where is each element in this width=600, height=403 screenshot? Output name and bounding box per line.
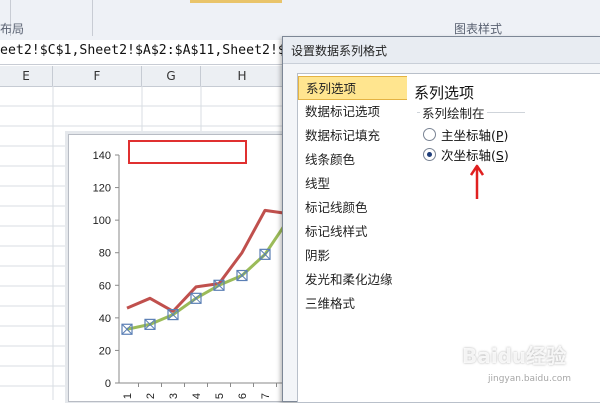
dialog-title-bar[interactable]: 设置数据系列格式 — [283, 37, 600, 64]
y-tick-label: 140 — [93, 150, 111, 162]
group-label-plot-series-on: 系列绘制在 — [420, 103, 487, 122]
column-header-h[interactable]: H — [201, 66, 284, 87]
y-tick-label: 80 — [99, 248, 111, 260]
ribbon-group-label-layout: 布局 — [0, 22, 25, 36]
nav-item-marker-line-color[interactable]: 标记线颜色 — [298, 196, 410, 220]
nav-item-line-style[interactable]: 线型 — [298, 172, 410, 196]
ribbon-active-indicator — [190, 0, 282, 3]
formula-text: eet2!$C$1,Sheet2!$A$2:$A$11,Sheet2!$ — [0, 43, 286, 58]
nav-item-marker-fill[interactable]: 数据标记填充 — [298, 124, 410, 148]
y-tick-label: 100 — [93, 215, 111, 227]
primary-axis-option[interactable]: 主坐标轴(P) — [423, 125, 508, 143]
secondary-axis-option[interactable]: 次坐标轴(S) — [423, 145, 509, 163]
series-line-2 — [126, 219, 290, 331]
ribbon-separator — [92, 0, 93, 36]
column-header-g[interactable]: G — [142, 66, 201, 87]
y-tick-label: 60 — [99, 280, 111, 292]
y-tick-label: 40 — [99, 313, 111, 325]
nav-item-series-options[interactable]: 系列选项 — [298, 76, 410, 100]
dialog-title: 设置数据系列格式 — [291, 44, 388, 58]
nav-item-marker-options[interactable]: 数据标记选项 — [298, 100, 410, 124]
column-header-e[interactable]: E — [0, 66, 53, 87]
x-tick-label: 6 — [237, 393, 249, 399]
nav-item-glow-soft-edges[interactable]: 发光和柔化边缘 — [298, 268, 410, 292]
line-chart: 0 20 40 60 80 100 120 140 1 2 3 4 5 6 7 — [93, 150, 299, 399]
nav-item-3d-format[interactable]: 三维格式 — [298, 292, 410, 316]
secondary-axis-radio[interactable] — [423, 148, 436, 161]
x-tick-label: 7 — [260, 393, 272, 399]
highlight-box — [128, 140, 247, 164]
dialog-nav-list: 系列选项 数据标记选项 数据标记填充 线条颜色 线型 标记线颜色 标记线样式 阴… — [297, 73, 411, 403]
x-tick-label: 1 — [122, 393, 134, 399]
watermark-logo: Baidu经验 — [462, 344, 567, 368]
ribbon-group-label-chart-styles: 图表样式 — [454, 22, 503, 36]
nav-item-line-color[interactable]: 线条颜色 — [298, 148, 410, 172]
up-arrow-icon — [470, 164, 484, 199]
watermark-url: jingyan.baidu.com — [488, 374, 572, 384]
y-tick-label: 120 — [93, 183, 111, 195]
nav-item-marker-line-style[interactable]: 标记线样式 — [298, 220, 410, 244]
x-tick-label: 4 — [191, 393, 203, 399]
x-tick-label: 3 — [168, 393, 180, 399]
series-line-1 — [126, 208, 289, 313]
chart-object[interactable]: 0 20 40 60 80 100 120 140 1 2 3 4 5 6 7 — [68, 134, 300, 402]
primary-axis-radio[interactable] — [423, 128, 436, 141]
pane-title: 系列选项 — [414, 84, 475, 102]
column-header-f[interactable]: F — [53, 66, 142, 87]
x-tick-label: 2 — [145, 393, 157, 399]
y-tick-label: 0 — [105, 378, 111, 390]
ribbon: 布局 图表样式 — [0, 0, 600, 41]
y-tick-label: 20 — [99, 345, 111, 357]
x-tick-label: 5 — [214, 393, 226, 399]
nav-item-shadow[interactable]: 阴影 — [298, 244, 410, 268]
